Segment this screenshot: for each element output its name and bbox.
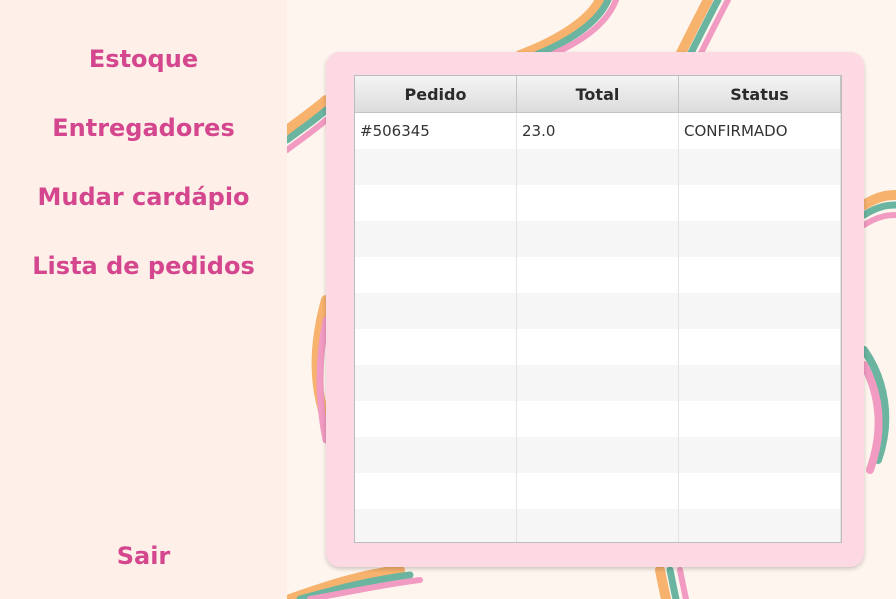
logout-button[interactable]: Sair xyxy=(0,541,287,571)
empty-cell xyxy=(355,401,517,437)
cell-total: 23.0 xyxy=(517,113,679,149)
empty-cell xyxy=(355,149,517,185)
nav-estoque-button[interactable]: Estoque xyxy=(0,44,287,74)
empty-table-row xyxy=(355,221,841,257)
empty-cell xyxy=(517,185,679,221)
empty-cell xyxy=(355,221,517,257)
empty-cell xyxy=(517,293,679,329)
column-header-status[interactable]: Status xyxy=(679,76,841,112)
table-header: Pedido Total Status xyxy=(355,76,841,113)
empty-table-row xyxy=(355,185,841,221)
empty-cell xyxy=(679,293,841,329)
empty-cell xyxy=(517,473,679,509)
sidebar: Estoque Entregadores Mudar cardápio List… xyxy=(0,0,287,599)
empty-table-row xyxy=(355,365,841,401)
nav-entregadores-button[interactable]: Entregadores xyxy=(0,113,287,143)
empty-table-row xyxy=(355,149,841,185)
empty-cell xyxy=(679,257,841,293)
empty-cell xyxy=(679,149,841,185)
empty-cell xyxy=(679,473,841,509)
empty-cell xyxy=(355,437,517,473)
empty-table-row xyxy=(355,437,841,473)
empty-cell xyxy=(679,437,841,473)
nav-lista-de-pedidos-button[interactable]: Lista de pedidos xyxy=(0,251,287,281)
empty-cell xyxy=(517,149,679,185)
empty-rows-container xyxy=(355,149,841,542)
orders-table[interactable]: Pedido Total Status #506345 23.0 CONFIRM… xyxy=(354,75,842,543)
empty-table-row xyxy=(355,473,841,509)
empty-cell xyxy=(679,329,841,365)
empty-cell xyxy=(355,329,517,365)
empty-cell xyxy=(679,509,841,542)
empty-cell xyxy=(517,329,679,365)
cell-pedido: #506345 xyxy=(355,113,517,149)
empty-cell xyxy=(517,257,679,293)
empty-cell xyxy=(517,221,679,257)
empty-cell xyxy=(517,437,679,473)
empty-cell xyxy=(517,365,679,401)
empty-cell xyxy=(679,221,841,257)
empty-cell xyxy=(679,401,841,437)
empty-table-row xyxy=(355,293,841,329)
empty-table-row xyxy=(355,401,841,437)
empty-table-row xyxy=(355,257,841,293)
empty-cell xyxy=(355,365,517,401)
empty-cell xyxy=(679,185,841,221)
table-row[interactable]: #506345 23.0 CONFIRMADO xyxy=(355,113,841,149)
empty-table-row xyxy=(355,509,841,542)
empty-cell xyxy=(517,509,679,542)
column-header-total[interactable]: Total xyxy=(517,76,679,112)
empty-cell xyxy=(517,401,679,437)
empty-cell xyxy=(355,185,517,221)
empty-table-row xyxy=(355,329,841,365)
empty-cell xyxy=(355,509,517,542)
empty-cell xyxy=(355,473,517,509)
empty-cell xyxy=(355,257,517,293)
empty-cell xyxy=(679,365,841,401)
column-header-pedido[interactable]: Pedido xyxy=(355,76,517,112)
cell-status: CONFIRMADO xyxy=(679,113,841,149)
nav-mudar-cardapio-button[interactable]: Mudar cardápio xyxy=(0,182,287,212)
empty-cell xyxy=(355,293,517,329)
